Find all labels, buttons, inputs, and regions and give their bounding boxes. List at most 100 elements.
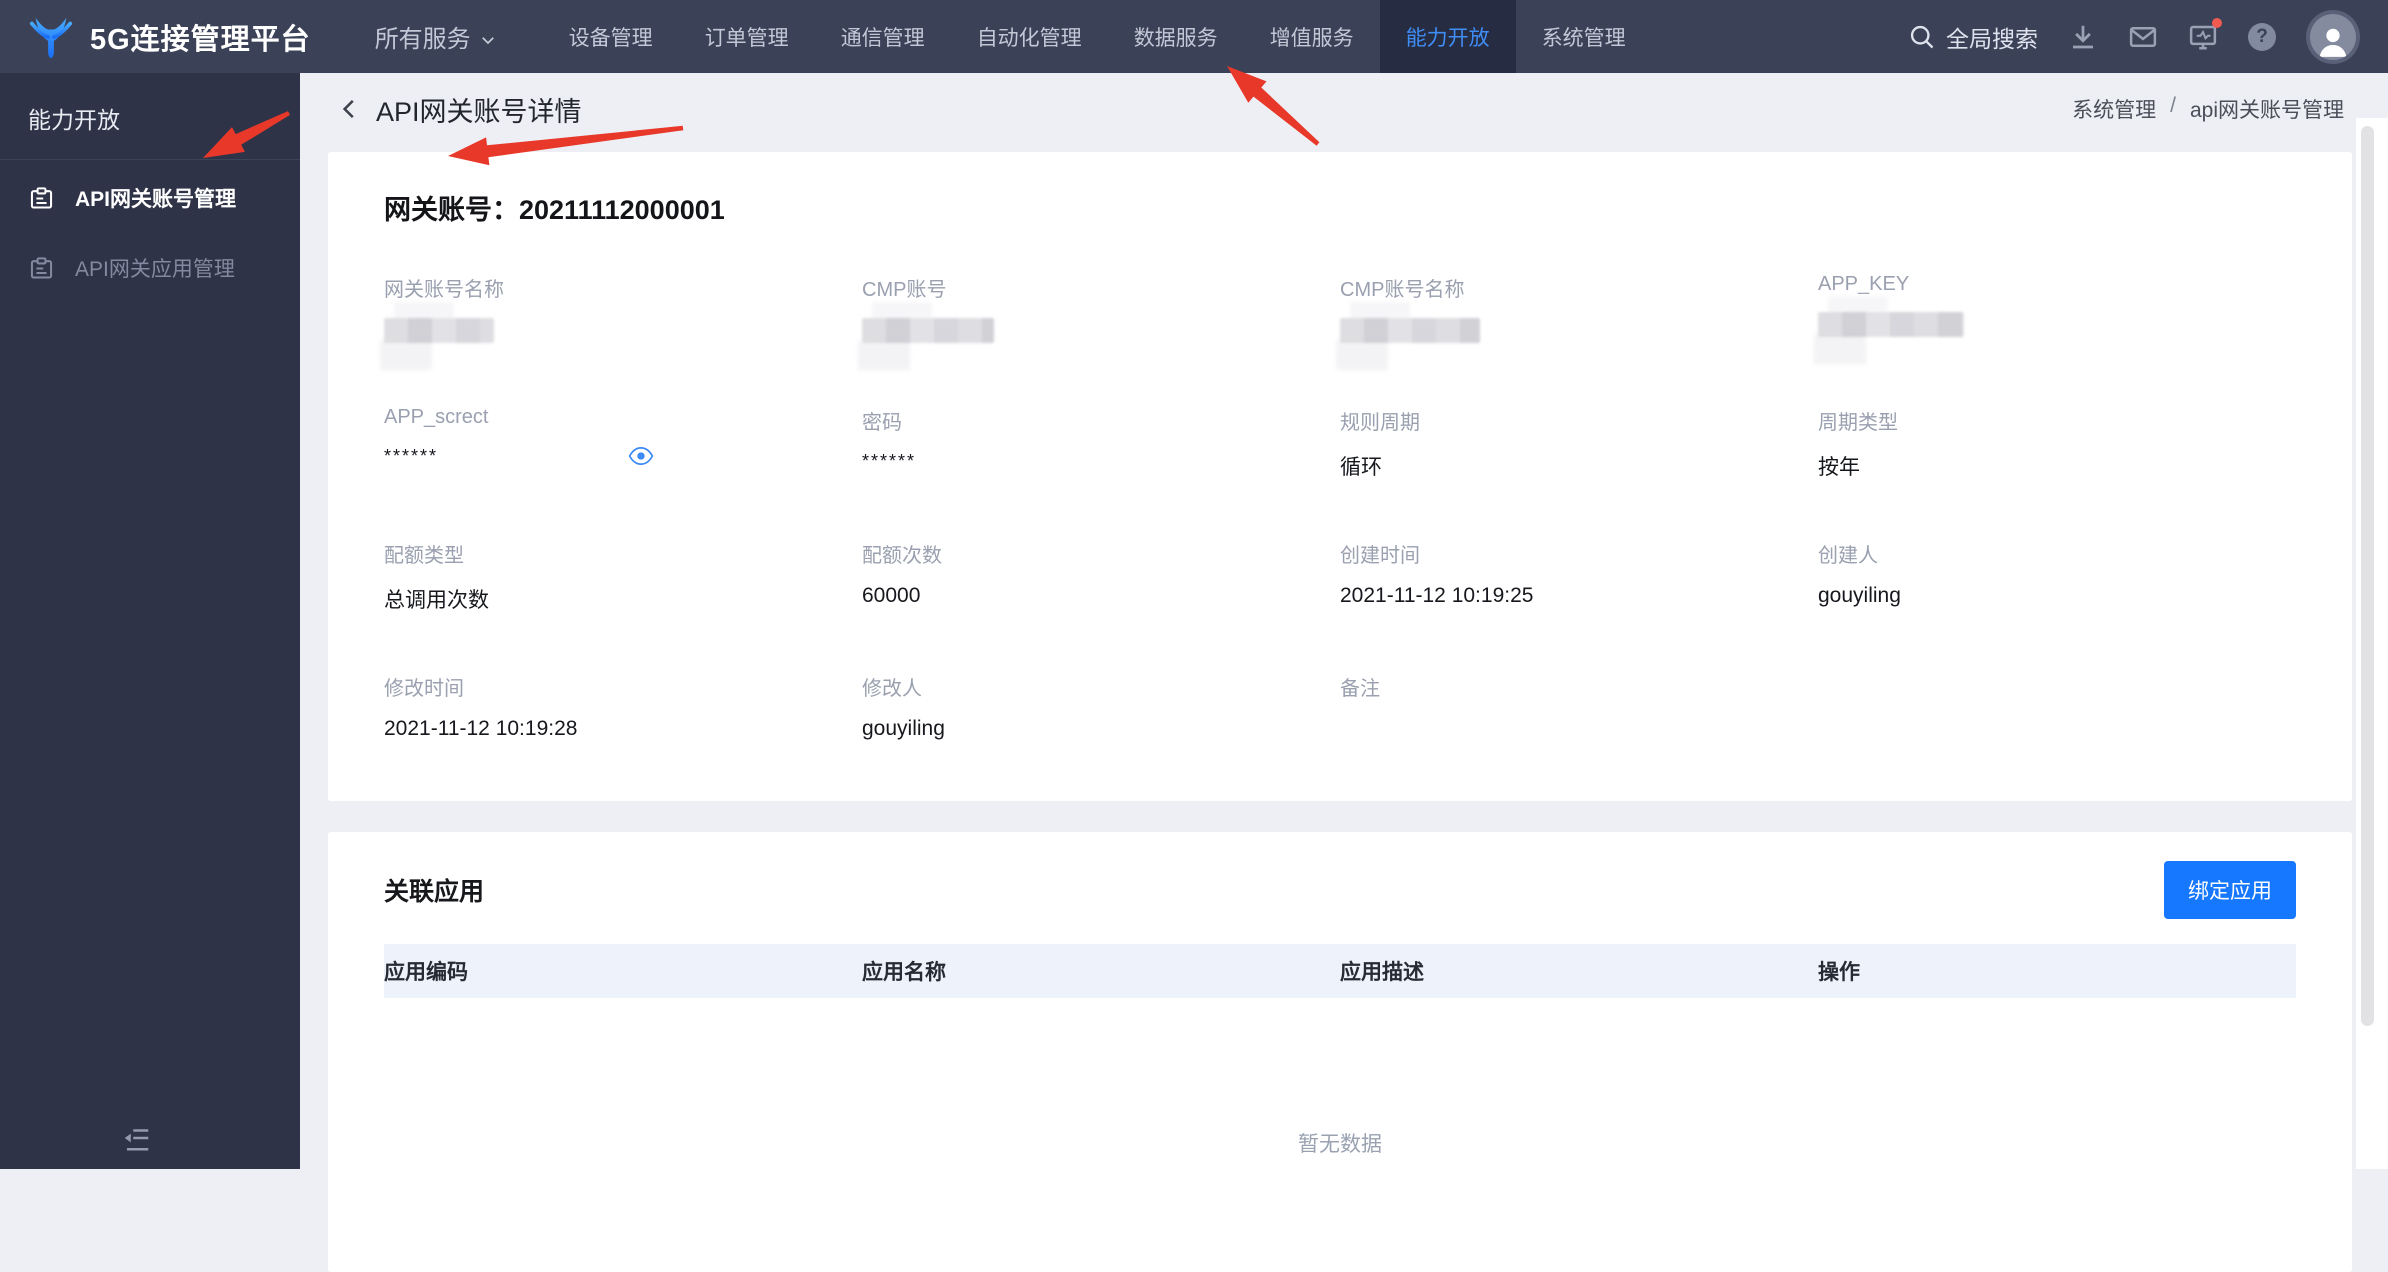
eye-icon[interactable] (628, 445, 654, 467)
field-cmp-account-name: CMP账号名称 (1336, 273, 1818, 370)
breadcrumb-item-system-mgmt[interactable]: 系统管理 (2072, 94, 2156, 124)
related-apps-header: 关联应用 绑定应用 (384, 860, 2296, 920)
redacted-value (1814, 296, 2296, 364)
field-label: 网关账号名称 (384, 279, 504, 301)
nav-item-value-added-service[interactable]: 增值服务 (1244, 0, 1380, 73)
field-label: 创建人 (1818, 545, 1878, 567)
field-value: 按年 (1818, 456, 1860, 479)
field-empty-cell (1818, 672, 2296, 741)
clipboard-icon (28, 255, 55, 282)
scrollbar[interactable] (2356, 118, 2388, 1169)
avatar[interactable] (2310, 13, 2356, 60)
breadcrumb: 系统管理 / api网关账号管理 (2072, 94, 2344, 124)
column-header-app-desc: 应用描述 (1340, 961, 1424, 984)
field-creator: 创建人 gouyiling (1818, 539, 2296, 614)
field-quota-type: 配额类型 总调用次数 (384, 539, 862, 614)
field-gateway-account-name: 网关账号名称 (380, 273, 862, 370)
detail-title-label: 网关账号： (384, 195, 519, 225)
search-label: 全局搜索 (1946, 25, 2038, 52)
nav-item-all-services[interactable]: 所有服务 (355, 0, 517, 73)
field-cycle-type: 周期类型 按年 (1818, 406, 2296, 481)
field-value: 总调用次数 (384, 589, 489, 612)
topbar-actions: 全局搜索 ? (1908, 13, 2388, 60)
redacted-value (380, 302, 862, 370)
section-title: 关联应用 (384, 878, 485, 906)
help-icon[interactable]: ? (2248, 22, 2276, 51)
field-value: gouyiling (1818, 584, 1901, 607)
bind-app-button[interactable]: 绑定应用 (2164, 861, 2296, 919)
nav-item-label: 自动化管理 (976, 26, 1082, 50)
field-remark: 备注 (1340, 672, 1818, 741)
column-header-actions: 操作 (1818, 961, 1860, 984)
field-label: APP_screct (384, 406, 489, 428)
nav-item-label: 设备管理 (568, 26, 653, 50)
scrollbar-thumb[interactable] (2361, 126, 2374, 1026)
field-value-masked: ****** (384, 445, 439, 466)
field-label: 规则周期 (1340, 412, 1420, 434)
field-rule-cycle: 规则周期 循环 (1340, 406, 1818, 481)
nav-item-automation-mgmt[interactable]: 自动化管理 (951, 0, 1108, 73)
field-app-secret: APP_screct ****** (384, 406, 862, 481)
field-value: 2021-11-12 10:19:28 (384, 717, 578, 740)
field-label: APP_KEY (1818, 273, 1910, 295)
redacted-value (1336, 302, 1818, 370)
mail-icon[interactable] (2128, 22, 2158, 52)
field-label: 配额类型 (384, 545, 464, 567)
nav-item-device-mgmt[interactable]: 设备管理 (543, 0, 679, 73)
gateway-account-detail-card: 网关账号：20211112000001 网关账号名称 CMP账号 CMP账号名称… (328, 152, 2352, 801)
global-search[interactable]: 全局搜索 (1908, 20, 2038, 54)
nav-item-data-service[interactable]: 数据服务 (1108, 0, 1244, 73)
brand-title: 5G连接管理平台 (90, 23, 311, 56)
nav-item-label: 数据服务 (1133, 26, 1218, 50)
clipboard-icon (28, 185, 55, 212)
sidebar-item-label: API网关应用管理 (75, 258, 235, 281)
brand: 5G连接管理平台 (28, 14, 311, 60)
back-button[interactable] (336, 96, 362, 122)
detail-title-value: 20211112000001 (519, 195, 725, 225)
nav-item-system-mgmt[interactable]: 系统管理 (1516, 0, 1652, 73)
download-icon[interactable] (2068, 22, 2098, 52)
detail-title: 网关账号：20211112000001 (384, 188, 2296, 227)
field-value: 循环 (1340, 456, 1382, 479)
monitor-icon[interactable] (2188, 17, 2222, 52)
nav-item-capability-open[interactable]: 能力开放 (1379, 0, 1516, 73)
field-cmp-account: CMP账号 (858, 273, 1340, 370)
page-title: API网关账号详情 (376, 96, 582, 127)
field-label: 备注 (1340, 678, 1380, 700)
search-icon (1908, 23, 1936, 51)
column-header-app-code: 应用编码 (384, 961, 468, 984)
field-create-time: 创建时间 2021-11-12 10:19:25 (1340, 539, 1818, 614)
chevron-down-icon (479, 28, 497, 46)
breadcrumb-item-api-gateway-account[interactable]: api网关账号管理 (2190, 94, 2344, 124)
sidebar: 能力开放 API网关账号管理 API网关应用管理 (0, 73, 300, 1169)
nav-item-comm-mgmt[interactable]: 通信管理 (815, 0, 951, 73)
top-nav: 所有服务 设备管理 订单管理 通信管理 自动化管理 数据服务 增值服务 能力开放… (355, 0, 1652, 73)
nav-item-label: 系统管理 (1541, 26, 1626, 50)
sidebar-item-api-gateway-app-mgmt[interactable]: API网关应用管理 (0, 236, 300, 300)
field-label: 修改人 (862, 678, 922, 700)
detail-field-grid: 网关账号名称 CMP账号 CMP账号名称 APP_KEY APP_screct … (380, 273, 2296, 741)
field-label: 修改时间 (384, 678, 464, 700)
nav-item-order-mgmt[interactable]: 订单管理 (679, 0, 815, 73)
telecom-logo-icon (28, 14, 74, 60)
sidebar-title: 能力开放 (0, 73, 300, 160)
sidebar-item-api-gateway-account-mgmt[interactable]: API网关账号管理 (0, 166, 300, 230)
field-label: CMP账号名称 (1340, 279, 1465, 301)
nav-item-label: 订单管理 (704, 26, 789, 50)
field-label: CMP账号 (862, 279, 947, 301)
field-value-masked: ****** (862, 451, 917, 471)
column-header-app-name: 应用名称 (862, 961, 946, 984)
menu-fold-icon[interactable] (122, 1123, 152, 1153)
field-label: 密码 (862, 412, 902, 434)
page-header: API网关账号详情 系统管理 / api网关账号管理 (300, 73, 2388, 145)
field-modify-time: 修改时间 2021-11-12 10:19:28 (384, 672, 862, 741)
nav-item-label: 所有服务 (374, 26, 471, 53)
breadcrumb-separator: / (2170, 94, 2176, 117)
notification-dot (2212, 17, 2222, 28)
field-modifier: 修改人 gouyiling (862, 672, 1340, 741)
nav-item-label: 通信管理 (840, 26, 925, 50)
field-label: 配额次数 (862, 545, 942, 567)
sidebar-item-label: API网关账号管理 (75, 188, 237, 211)
field-value: 60000 (862, 584, 921, 607)
related-apps-card: 关联应用 绑定应用 应用编码 应用名称 应用描述 操作 暂无数据 (328, 832, 2352, 1272)
